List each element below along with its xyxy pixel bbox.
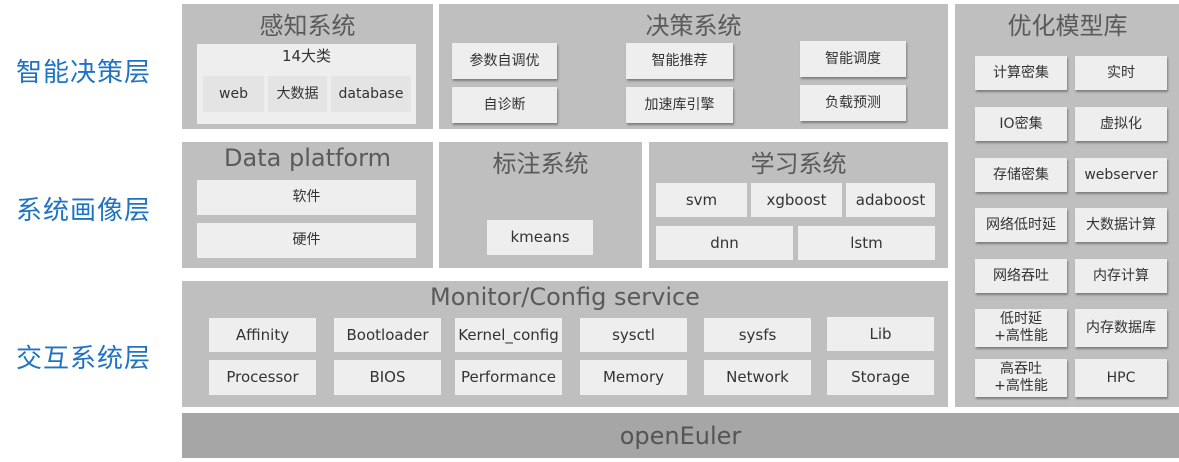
monitor-item-processor: Processor: [209, 360, 316, 395]
monitor-item-lib: Lib: [827, 317, 934, 351]
layer-label-profile: 系统画像层: [16, 196, 152, 226]
decision-item-self-diagnosis: 自诊断: [452, 87, 557, 123]
learning-item-dnn: dnn: [656, 226, 793, 260]
monitor-item-kernel-config: Kernel_config: [455, 318, 562, 352]
decision-item-smart-schedule: 智能调度: [800, 41, 906, 77]
monitor-item-affinity: Affinity: [209, 318, 316, 352]
monitor-item-network: Network: [704, 360, 811, 395]
monitor-item-bootloader: Bootloader: [334, 318, 441, 352]
labeling-item-kmeans: kmeans: [487, 220, 593, 255]
learning-item-lstm: lstm: [798, 226, 935, 260]
decision-item-smart-recommend: 智能推荐: [626, 43, 733, 79]
labeling-title: 标注系统: [492, 150, 589, 178]
learning-item-svm: svm: [656, 183, 747, 217]
opt-item-in-memory-db: 内存数据库: [1075, 309, 1167, 347]
monitor-item-bios: BIOS: [334, 360, 441, 395]
opt-item-storage-intensive: 存储密集: [975, 158, 1067, 192]
layer-label-interaction: 交互系统层: [16, 344, 152, 374]
monitor-item-storage: Storage: [827, 360, 934, 395]
data-platform-item-software: 软件: [197, 180, 416, 215]
perception-title: 感知系统: [259, 12, 356, 40]
opt-item-hpc: HPC: [1075, 359, 1167, 397]
opt-item-network-throughput: 网络吞吐: [975, 259, 1067, 293]
opt-item-compute-intensive: 计算密集: [975, 56, 1067, 90]
data-platform-title: Data platform: [224, 144, 391, 172]
decision-item-load-forecast: 负载预测: [800, 85, 906, 121]
data-platform-item-hardware: 硬件: [197, 223, 416, 258]
decision-title: 决策系统: [645, 12, 742, 40]
opt-item-webserver: webserver: [1075, 158, 1167, 192]
decision-item-accel-engine: 加速库引擎: [626, 87, 733, 123]
layer-label-decision: 智能决策层: [16, 58, 152, 88]
opt-item-virtualization: 虚拟化: [1075, 107, 1167, 141]
opt-item-memory-compute: 内存计算: [1075, 259, 1167, 293]
learning-item-xgboost: xgboost: [751, 183, 842, 217]
learning-item-adaboost: adaboost: [846, 183, 935, 217]
openeuler-base-bar: openEuler: [182, 413, 1179, 458]
opt-item-network-low-latency: 网络低时延: [975, 208, 1067, 242]
monitor-item-sysfs: sysfs: [704, 318, 811, 352]
monitor-title: Monitor/Config service: [430, 283, 700, 311]
opt-item-high-throughput-high-perf: 高吞吐+高性能: [975, 359, 1067, 397]
perception-item-database: database: [331, 76, 411, 112]
optimization-title: 优化模型库: [1007, 12, 1128, 40]
learning-title: 学习系统: [750, 150, 847, 178]
opt-item-realtime: 实时: [1075, 56, 1167, 90]
opt-item-io-intensive: IO密集: [975, 107, 1067, 141]
opt-item-bigdata-compute: 大数据计算: [1075, 208, 1167, 242]
monitor-item-performance: Performance: [455, 360, 562, 395]
opt-item-low-latency-high-perf: 低时延+高性能: [975, 309, 1067, 347]
perception-item-web: web: [203, 76, 264, 112]
decision-item-param-tuning: 参数自调优: [452, 43, 557, 79]
monitor-item-sysctl: sysctl: [580, 318, 687, 352]
monitor-item-memory: Memory: [580, 360, 687, 395]
perception-item-bigdata: 大数据: [268, 76, 327, 112]
